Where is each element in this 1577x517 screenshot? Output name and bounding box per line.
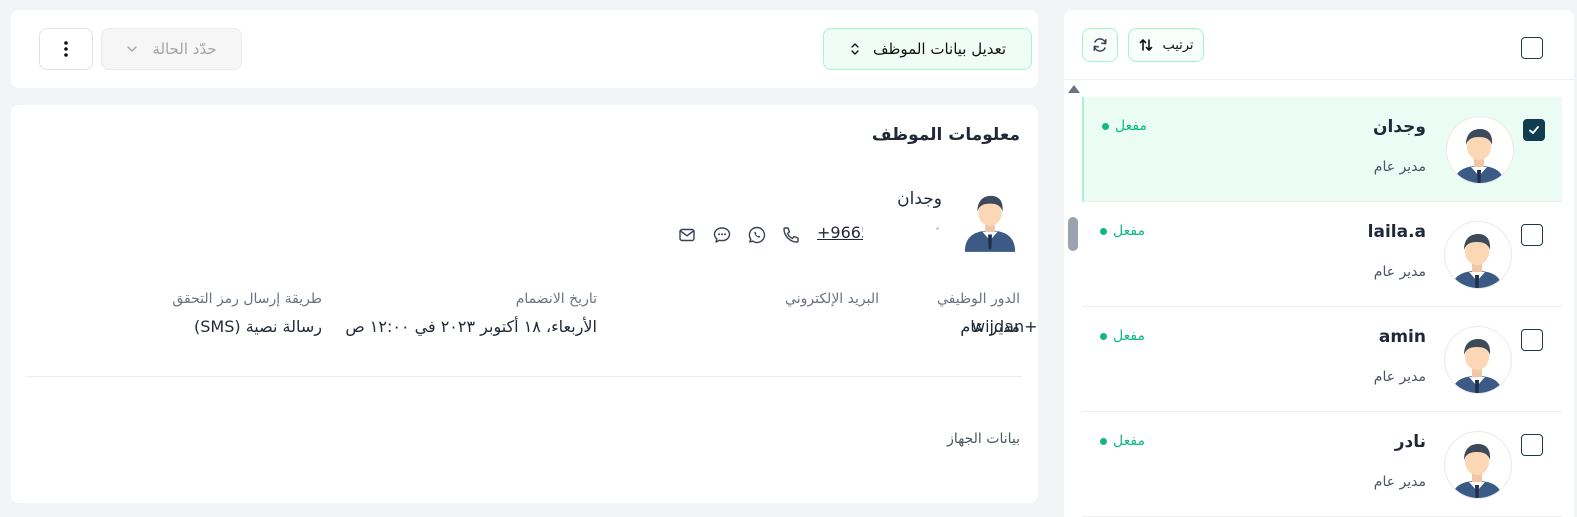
field-join-date: تاريخ الانضمام الأربعاء، ١٨ أكتوبر ٢٠٢٣ … bbox=[345, 291, 597, 336]
sort-arrows-icon bbox=[1138, 37, 1154, 53]
email-icon[interactable] bbox=[677, 225, 697, 245]
row-checkbox[interactable] bbox=[1521, 434, 1543, 456]
employee-name: amin bbox=[1378, 327, 1426, 347]
status-label: مفعل bbox=[1113, 328, 1145, 344]
employee-phone-link[interactable]: +9665 bbox=[817, 223, 863, 242]
status-label: مفعل bbox=[1113, 433, 1145, 449]
sort-button[interactable]: ترتيب bbox=[1128, 28, 1204, 62]
employee-role: مدير عام bbox=[1373, 264, 1426, 280]
edit-employee-label: تعديل بيانات الموظف bbox=[872, 40, 1007, 58]
status-select[interactable]: حدّد الحالة bbox=[101, 28, 242, 70]
employee-list-item[interactable]: laila.a مدير عام مفعل bbox=[1082, 202, 1562, 307]
status-dot-icon bbox=[1100, 437, 1107, 445]
status-label: مفعل bbox=[1115, 118, 1147, 134]
phone-icon[interactable] bbox=[781, 225, 801, 245]
field-email: البريد الإلكتروني wijdan+ bbox=[785, 291, 1037, 336]
row-checkbox[interactable] bbox=[1521, 329, 1543, 351]
more-options-button[interactable] bbox=[39, 28, 93, 70]
employee-list-panel: ترتيب وجدان مدير عام مفعل laila.a مدير ع… bbox=[1064, 10, 1574, 517]
field-value: الأربعاء، ١٨ أكتوبر ٢٠٢٣ في ١٢:٠٠ ص bbox=[345, 317, 597, 336]
device-section-label: بيانات الجهاز bbox=[947, 431, 1020, 447]
employee-list-item[interactable]: نادر مدير عام مفعل bbox=[1082, 412, 1562, 517]
field-label: تاريخ الانضمام bbox=[515, 291, 597, 307]
section-title: معلومات الموظف bbox=[871, 125, 1020, 145]
status-dot-icon bbox=[1100, 227, 1107, 235]
refresh-icon bbox=[1091, 36, 1109, 54]
employee-avatar bbox=[1444, 431, 1512, 499]
employee-name: نادر bbox=[1394, 432, 1426, 452]
status-badge: مفعل bbox=[1100, 328, 1145, 344]
field-value: رسالة نصية (SMS) bbox=[194, 317, 322, 336]
chevron-down-icon bbox=[126, 45, 138, 53]
employee-avatar bbox=[1444, 326, 1512, 394]
status-dot-icon bbox=[1100, 332, 1107, 340]
field-label: الدور الوظيفي bbox=[937, 291, 1020, 307]
employee-name: laila.a bbox=[1367, 222, 1426, 242]
action-bar: تعديل بيانات الموظف حدّد الحالة bbox=[11, 10, 1038, 88]
employee-role: مدير عام bbox=[1373, 159, 1426, 175]
field-label: البريد الإلكتروني bbox=[785, 291, 879, 307]
up-down-chevron-icon bbox=[849, 42, 861, 56]
employee-list-item[interactable]: وجدان مدير عام مفعل bbox=[1082, 97, 1562, 202]
status-badge: مفعل bbox=[1100, 223, 1145, 239]
kebab-menu-icon bbox=[64, 41, 68, 57]
status-label: مفعل bbox=[1113, 223, 1145, 239]
status-badge: مفعل bbox=[1102, 118, 1147, 134]
status-dot-icon bbox=[1102, 122, 1109, 130]
refresh-button[interactable] bbox=[1082, 28, 1118, 62]
employee-avatar bbox=[961, 189, 1019, 253]
employee-list-item[interactable]: amin مدير عام مفعل bbox=[1082, 307, 1562, 412]
separator-dot bbox=[936, 227, 939, 230]
employee-name: وجدان bbox=[897, 189, 942, 209]
status-placeholder: حدّد الحالة bbox=[152, 40, 217, 58]
sort-label: ترتيب bbox=[1162, 37, 1194, 53]
employee-role: مدير عام bbox=[1373, 474, 1426, 490]
status-badge: مفعل bbox=[1100, 433, 1145, 449]
employee-avatar bbox=[1444, 221, 1512, 289]
edit-employee-button[interactable]: تعديل بيانات الموظف bbox=[823, 28, 1032, 70]
row-checkbox[interactable] bbox=[1521, 224, 1543, 246]
employee-name: وجدان bbox=[1373, 117, 1426, 137]
employee-role: مدير عام bbox=[1373, 369, 1426, 385]
field-otp-method: طريقة إرسال رمز التحقق رسالة نصية (SMS) bbox=[172, 291, 322, 336]
select-all-checkbox[interactable] bbox=[1521, 37, 1543, 59]
whatsapp-icon[interactable] bbox=[747, 225, 767, 245]
divider bbox=[27, 376, 1022, 377]
scrollbar-thumb[interactable] bbox=[1068, 217, 1078, 251]
row-checkbox[interactable] bbox=[1523, 119, 1545, 141]
field-value: wijdan+ bbox=[972, 317, 1038, 336]
sms-icon[interactable] bbox=[712, 225, 732, 245]
employee-info-card: معلومات الموظف وجدان +9665 الدور الوظيفي… bbox=[11, 105, 1038, 503]
check-icon bbox=[1529, 126, 1539, 134]
employee-avatar bbox=[1446, 116, 1514, 184]
employee-list: وجدان مدير عام مفعل laila.a مدير عام مفع… bbox=[1082, 97, 1562, 517]
scroll-up-arrow-icon[interactable] bbox=[1068, 85, 1080, 93]
list-header: ترتيب bbox=[1064, 10, 1574, 80]
field-label: طريقة إرسال رمز التحقق bbox=[172, 291, 322, 307]
